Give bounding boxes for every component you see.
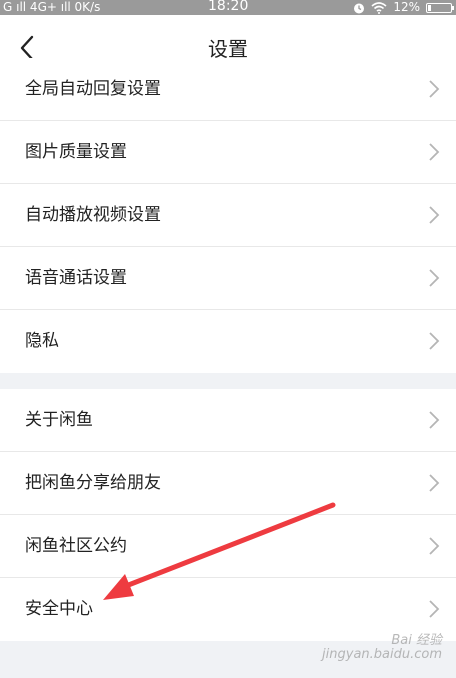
chevron-right-icon: [429, 332, 440, 350]
settings-item-general-5[interactable]: 隐私: [0, 310, 456, 373]
battery-percent: 12%: [393, 0, 420, 14]
baidu-watermark: Bai 经验 jingyan.baidu.com: [322, 633, 442, 662]
settings-item-label: 安全中心: [25, 599, 93, 619]
settings-item-label: 把闲鱼分享给朋友: [25, 473, 161, 493]
settings-item-label: 语音通话设置: [25, 268, 127, 288]
chevron-right-icon: [429, 411, 440, 429]
status-time: 18:20: [208, 0, 249, 14]
wifi-icon: [371, 1, 387, 14]
settings-item-about-3[interactable]: 闲鱼社区公约: [0, 515, 456, 578]
alarm-icon: [354, 3, 365, 13]
chevron-right-icon: [429, 537, 440, 555]
settings-item-label: 隐私: [25, 331, 59, 351]
signal-status: G ıll 4G+ ıll 0K/s: [3, 0, 101, 14]
status-bar: G ıll 4G+ ıll 0K/s 18:20 12%: [0, 0, 456, 15]
settings-group-general: 全局自动回复设置 图片质量设置自动播放视频设置 语音通话设置 隐私: [0, 58, 456, 373]
settings-item-general-1[interactable]: 全局自动回复设置: [0, 58, 456, 121]
settings-item-label: 关于闲鱼: [25, 410, 93, 430]
settings-item-general-2[interactable]: 图片质量设置: [0, 121, 456, 184]
chevron-right-icon: [429, 600, 440, 618]
settings-item-about-4[interactable]: 安全中心: [0, 578, 456, 641]
settings-item-general-3[interactable]: 自动播放视频设置: [0, 184, 456, 247]
settings-item-label: 图片质量设置: [25, 142, 127, 162]
battery-icon: [426, 2, 454, 13]
settings-item-general-4[interactable]: 语音通话设置: [0, 247, 456, 310]
settings-item-label: 闲鱼社区公约: [25, 536, 127, 556]
settings-item-about-2[interactable]: 把闲鱼分享给朋友: [0, 452, 456, 515]
chevron-right-icon: [429, 80, 440, 98]
chevron-right-icon: [429, 143, 440, 161]
settings-item-about-1[interactable]: 关于闲鱼: [0, 389, 456, 452]
settings-group-about: 关于闲鱼把闲鱼分享给朋友 闲鱼社区公约 安全中心: [0, 389, 456, 641]
settings-item-label: 自动播放视频设置: [25, 205, 161, 225]
chevron-right-icon: [429, 206, 440, 224]
settings-item-label: 全局自动回复设置: [25, 79, 161, 99]
chevron-right-icon: [429, 474, 440, 492]
chevron-right-icon: [429, 269, 440, 287]
